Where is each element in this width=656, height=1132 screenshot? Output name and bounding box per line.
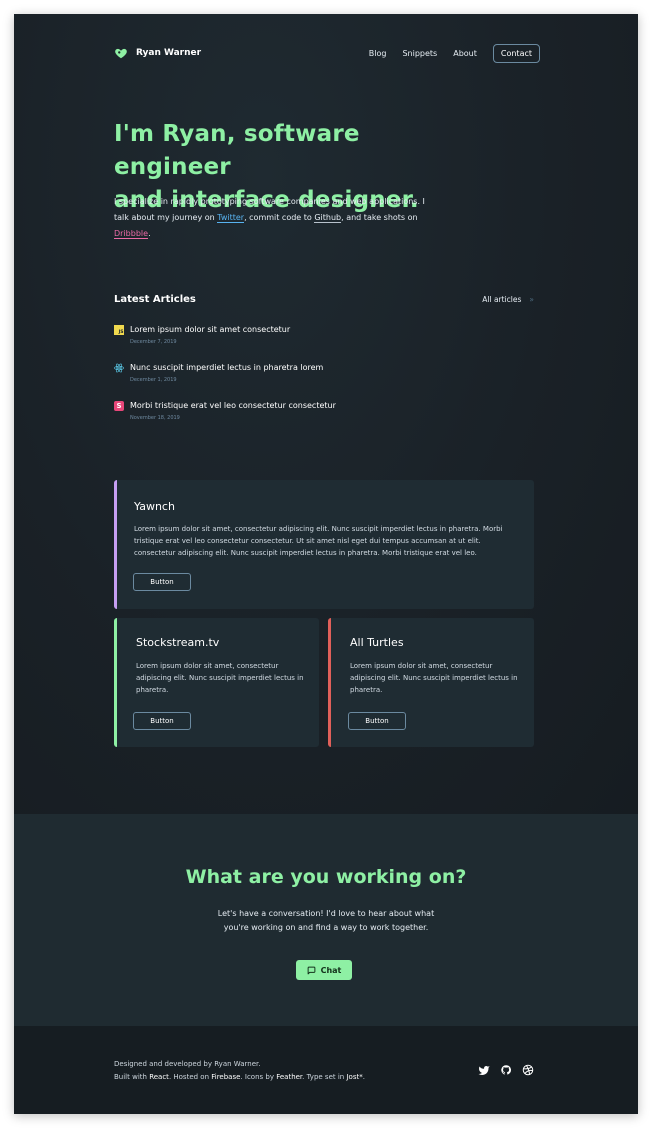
card-title: All Turtles	[350, 636, 404, 649]
card-button[interactable]: Button	[348, 712, 406, 730]
twitter-icon[interactable]	[478, 1064, 490, 1076]
hero-text-c: , and take shots on	[341, 213, 418, 222]
nav-link-snippets[interactable]: Snippets	[402, 49, 437, 58]
github-link[interactable]: Github	[314, 213, 342, 223]
jost-link[interactable]: Jost*	[346, 1073, 362, 1081]
brand[interactable]: Ryan Warner	[114, 46, 201, 60]
message-square-icon	[307, 966, 315, 974]
top-nav: Ryan Warner Blog Snippets About Contact	[114, 44, 540, 64]
brand-name: Ryan Warner	[136, 48, 202, 58]
cta-title: What are you working on?	[185, 866, 467, 888]
chat-button-label: Chat	[320, 965, 342, 975]
footer-line-1: Designed and developed by Ryan Warner.	[114, 1060, 261, 1068]
footer-end: .	[362, 1073, 365, 1081]
all-articles-link[interactable]: All articles »	[482, 295, 534, 304]
article-item[interactable]: S Morbi tristique erat vel leo consectet…	[114, 401, 534, 427]
latest-articles-header: Latest Articles All articles »	[114, 294, 534, 308]
article-date: November 18, 2019	[130, 415, 180, 421]
hero-text-d: .	[148, 229, 151, 238]
javascript-icon-label: JS	[118, 330, 124, 335]
nav-link-about[interactable]: About	[453, 49, 477, 58]
article-item[interactable]: JS Lorem ipsum dolor sit amet consectetu…	[114, 325, 534, 351]
card-title: Stockstream.tv	[136, 636, 220, 649]
contact-button[interactable]: Contact	[492, 44, 540, 63]
hero-intro: I specialize in rapidly prototyping soft…	[114, 194, 434, 242]
project-card-stockstream: Stockstream.tv Lorem ipsum dolor sit ame…	[114, 618, 319, 747]
footer-social-icons	[478, 1064, 534, 1076]
project-card-yawnch: Yawnch Lorem ipsum dolor sit amet, conse…	[114, 480, 534, 609]
react-icon	[114, 363, 124, 373]
feather-link[interactable]: Feather	[276, 1073, 302, 1081]
article-title: Nunc suscipit imperdiet lectus in pharet…	[130, 363, 324, 372]
dribbble-icon[interactable]	[522, 1064, 534, 1076]
card-button[interactable]: Button	[133, 573, 191, 591]
footer-line-2: Built with React. Hosted on Firebase. Ic…	[114, 1071, 365, 1084]
all-articles-label: All articles	[482, 295, 522, 304]
footer-icons-by: . Icons by	[240, 1073, 277, 1081]
firebase-link[interactable]: Firebase	[211, 1073, 240, 1081]
chat-button[interactable]: Chat	[296, 960, 352, 980]
nav-link-blog[interactable]: Blog	[369, 49, 387, 58]
nav-links: Blog Snippets About Contact	[369, 44, 540, 63]
heart-logo-icon	[115, 48, 127, 59]
card-text: Lorem ipsum dolor sit amet, consectetur …	[136, 662, 304, 694]
svelte-icon-label: S	[116, 402, 122, 410]
article-date: December 7, 2019	[130, 339, 177, 345]
cta-section: What are you working on? Let's have a co…	[14, 814, 638, 1026]
article-date: December 1, 2019	[130, 377, 177, 383]
footer-type-set: . Type set in	[302, 1073, 347, 1081]
react-link[interactable]: React	[149, 1073, 169, 1081]
card-text: Lorem ipsum dolor sit amet, consectetur …	[134, 525, 503, 557]
javascript-icon: JS	[114, 325, 124, 335]
hero-title-line-1: I'm Ryan, software engineer	[114, 121, 360, 180]
page-frame: Ryan Warner Blog Snippets About Contact …	[14, 14, 638, 1114]
project-card-all-turtles: All Turtles Lorem ipsum dolor sit amet, …	[328, 618, 534, 747]
card-button[interactable]: Button	[133, 712, 191, 730]
article-title: Lorem ipsum dolor sit amet consectetur	[130, 325, 291, 334]
article-item[interactable]: Nunc suscipit imperdiet lectus in pharet…	[114, 363, 534, 389]
svelte-icon: S	[114, 401, 124, 411]
article-title: Morbi tristique erat vel leo consectetur…	[130, 401, 336, 410]
footer-credits: Designed and developed by Ryan Warner. B…	[114, 1058, 365, 1084]
github-icon[interactable]	[500, 1064, 512, 1076]
cta-text: Let's have a conversation! I'd love to h…	[217, 909, 435, 932]
card-text: Lorem ipsum dolor sit amet, consectetur …	[350, 662, 518, 694]
hero-text-b: , commit code to	[244, 213, 315, 222]
chevron-right-icon: »	[529, 295, 534, 304]
footer-built-with: Built with	[114, 1073, 150, 1081]
page-content: Ryan Warner Blog Snippets About Contact …	[14, 14, 638, 1114]
latest-articles-heading: Latest Articles	[114, 294, 196, 305]
card-title: Yawnch	[134, 500, 175, 513]
footer-hosted-on: . Hosted on	[168, 1073, 212, 1081]
twitter-link[interactable]: Twitter	[217, 213, 245, 223]
dribbble-link[interactable]: Dribbble	[114, 229, 149, 239]
footer: Designed and developed by Ryan Warner. B…	[14, 1026, 638, 1114]
